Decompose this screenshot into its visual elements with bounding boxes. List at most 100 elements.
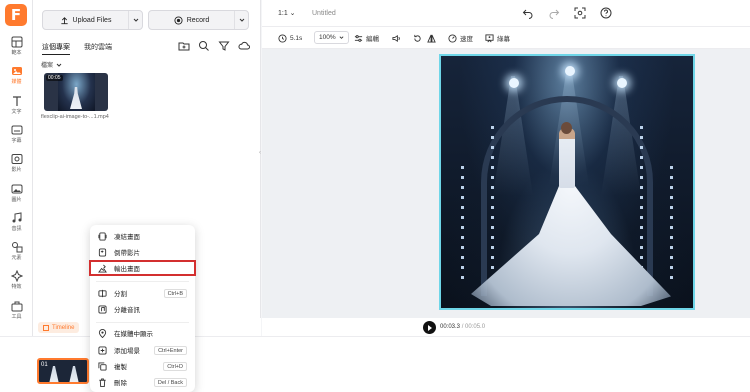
- chevron-down-icon: [339, 36, 344, 39]
- thumbnail-duration: 00:05: [46, 75, 63, 81]
- rail-item-audio[interactable]: 音訊: [0, 210, 33, 238]
- speed-label: 速度: [460, 36, 473, 43]
- template-icon: [11, 36, 22, 48]
- tools-icon: [11, 301, 22, 312]
- export-frame-icon: [98, 264, 107, 273]
- play-button[interactable]: [423, 321, 436, 334]
- rotate-button[interactable]: [413, 32, 422, 44]
- zoom-value: 100%: [319, 34, 336, 41]
- rail-item-image[interactable]: 圖片: [0, 181, 33, 209]
- screenshot-icon[interactable]: [574, 7, 586, 19]
- menu-item-freeze-frame[interactable]: 凍結畫面: [90, 229, 195, 243]
- rail-item-tools[interactable]: 工具: [0, 298, 33, 326]
- menu-item-detach-audio[interactable]: 分離音訊: [90, 302, 195, 316]
- upload-label: Upload Files: [72, 16, 112, 24]
- total-time: / 00:05.0: [461, 324, 486, 330]
- chevron-down-icon[interactable]: [128, 11, 142, 29]
- bride-figure: [559, 128, 575, 188]
- rail-label: 圖片: [11, 197, 22, 203]
- bride-head: [561, 122, 572, 134]
- menu-divider: [96, 322, 189, 323]
- menu-item-show-in-media[interactable]: 在媒體中顯示: [90, 326, 195, 340]
- rail-item-video[interactable]: 影片: [0, 151, 33, 179]
- timeline-label: Timeline: [52, 324, 75, 331]
- video-preview[interactable]: [439, 54, 695, 310]
- rail-item-elements[interactable]: 元素: [0, 239, 33, 267]
- menu-label: 分割: [114, 291, 127, 298]
- menu-label: 凍結畫面: [114, 234, 140, 241]
- rail-label: 元素: [11, 255, 22, 261]
- menu-item-add-scene[interactable]: 添加場景 Ctrl+Enter: [90, 343, 195, 357]
- rail-label: 工具: [11, 314, 22, 320]
- chroma-key-label: 綠幕: [497, 36, 510, 43]
- zoom-dropdown[interactable]: 100%: [314, 31, 349, 44]
- light-row: [670, 166, 673, 286]
- record-icon: [174, 15, 183, 25]
- chroma-key-button[interactable]: 綠幕: [485, 32, 510, 44]
- freeze-frame-icon: [98, 231, 107, 241]
- speed-icon: [448, 33, 457, 43]
- menu-label: 在媒體中顯示: [114, 331, 153, 338]
- tab-my-cloud[interactable]: 我的雲端: [84, 42, 112, 55]
- help-icon[interactable]: [600, 7, 612, 19]
- light-row: [491, 126, 494, 276]
- rail-item-text[interactable]: 文字: [0, 93, 33, 121]
- menu-item-export-frame[interactable]: 輸出畫面: [89, 260, 196, 276]
- flip-button[interactable]: [427, 32, 436, 44]
- adjust-icon: [354, 34, 363, 42]
- flexclip-logo[interactable]: F: [5, 4, 27, 26]
- menu-label: 倒帶影片: [114, 250, 140, 257]
- menu-item-delete[interactable]: 刪除 Del / Back: [90, 375, 195, 389]
- project-title[interactable]: Untitled: [312, 10, 336, 17]
- app-window: F 範本 媒體 文字 字幕 影片 圖片 音訊 元素 特效 工具 Upload F…: [0, 0, 750, 392]
- rail-item-subtitle[interactable]: 字幕: [0, 122, 33, 150]
- search-icon[interactable]: [198, 40, 210, 52]
- speed-button[interactable]: 速度: [448, 32, 473, 44]
- panel-tabs: 這個專案 我的雲端: [42, 42, 112, 55]
- chevron-down-icon[interactable]: [234, 11, 248, 29]
- duration-control[interactable]: 5.1s: [278, 32, 302, 44]
- context-menu: 凍結畫面 倒帶影片 輸出畫面 分割 Ctrl+B 分離音訊 在媒體中顯示 添加場…: [89, 225, 196, 392]
- trash-icon: [99, 377, 106, 387]
- menu-shortcut: Ctrl+B: [163, 288, 187, 298]
- menu-item-reverse-video[interactable]: 倒帶影片: [90, 245, 195, 259]
- tab-this-project[interactable]: 這個專案: [42, 42, 70, 55]
- rail-label: 字幕: [11, 138, 22, 144]
- file-type-dropdown[interactable]: 檔案: [41, 60, 62, 69]
- menu-item-split[interactable]: 分割 Ctrl+B: [90, 286, 195, 300]
- cloud-icon[interactable]: [238, 40, 250, 52]
- new-folder-icon[interactable]: [178, 40, 190, 52]
- aspect-ratio-dropdown[interactable]: 1:1 ⌄: [278, 9, 296, 17]
- preview-image: [441, 56, 693, 308]
- filter-icon[interactable]: [218, 40, 230, 52]
- elements-icon: [11, 242, 22, 253]
- volume-button[interactable]: [392, 32, 401, 44]
- video-icon: [11, 154, 22, 164]
- redo-icon[interactable]: [548, 7, 560, 19]
- timeline-tab[interactable]: Timeline: [38, 322, 80, 333]
- rail-item-media[interactable]: 媒體: [0, 63, 33, 91]
- upload-icon: [60, 16, 68, 24]
- effects-icon: [10, 270, 23, 282]
- record-button[interactable]: Record: [148, 10, 249, 30]
- text-icon: [12, 96, 21, 106]
- menu-divider: [96, 281, 189, 282]
- menu-label: 分離音訊: [114, 307, 140, 314]
- timeline-clip[interactable]: 01: [37, 358, 89, 384]
- menu-label: 輸出畫面: [114, 266, 140, 273]
- clock-icon: [278, 33, 287, 43]
- undo-icon[interactable]: [522, 7, 534, 19]
- add-scene-icon: [98, 345, 107, 355]
- menu-shortcut: Ctrl+Enter: [154, 345, 187, 355]
- locate-icon: [98, 328, 107, 338]
- menu-item-duplicate[interactable]: 複製 Ctrl+D: [90, 359, 195, 373]
- upload-files-button[interactable]: Upload Files: [42, 10, 143, 30]
- edit-button[interactable]: 編輯: [354, 32, 379, 44]
- detach-audio-icon: [98, 304, 107, 314]
- rail-item-template[interactable]: 範本: [0, 34, 33, 62]
- media-thumbnail[interactable]: 00:05: [44, 73, 108, 111]
- rail-label: 文字: [11, 109, 22, 115]
- image-icon: [11, 184, 22, 194]
- spotlight: [617, 78, 627, 88]
- rail-item-effects[interactable]: 特效: [0, 268, 33, 296]
